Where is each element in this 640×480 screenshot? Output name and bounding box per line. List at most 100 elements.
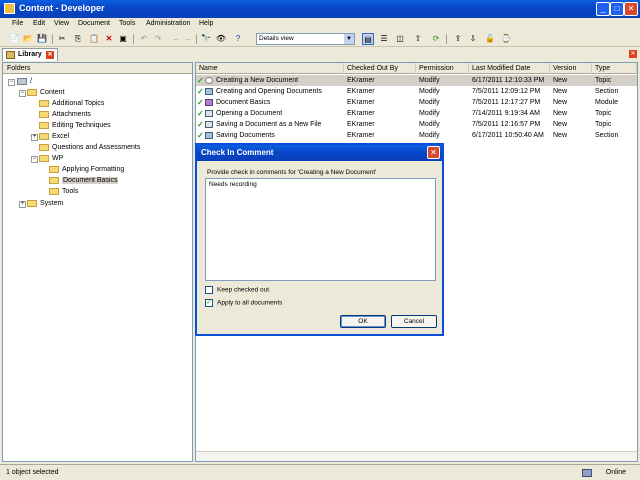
col-last-modified[interactable]: Last Modified Date bbox=[469, 63, 550, 74]
apply-all-checkbox[interactable]: ✓ bbox=[205, 299, 213, 307]
table-row[interactable]: ✓ Opening a Document EKramer Modify 7/14… bbox=[196, 108, 637, 119]
tab-close-icon[interactable]: ✕ bbox=[46, 51, 54, 59]
table-row[interactable]: ✓ Document Basics EKramer Modify 7/5/201… bbox=[196, 97, 637, 108]
view-select[interactable]: Details view ▼ bbox=[256, 33, 355, 45]
doc-tab-strip: Library ✕ ✕ bbox=[0, 47, 640, 61]
folder-up-icon[interactable]: ⇧ bbox=[412, 33, 424, 45]
ok-button[interactable]: OK bbox=[340, 315, 386, 328]
status-bar: 1 object selected Online bbox=[0, 464, 640, 480]
folder-icon bbox=[39, 154, 49, 162]
col-version[interactable]: Version bbox=[550, 63, 592, 74]
tree-item-applying-formatting[interactable]: Applying Formatting bbox=[49, 165, 124, 175]
chevron-down-icon[interactable]: ▼ bbox=[344, 34, 354, 44]
tree-item-excel[interactable]: Excel bbox=[39, 132, 69, 142]
tree-item-system[interactable]: System bbox=[27, 199, 63, 209]
table-row[interactable]: ✓ Saving a Document as a New File EKrame… bbox=[196, 119, 637, 130]
library-root-icon bbox=[17, 77, 27, 85]
topic-icon bbox=[205, 77, 213, 84]
folder-icon bbox=[39, 110, 49, 118]
menu-edit[interactable]: Edit bbox=[33, 20, 45, 27]
section-icon bbox=[205, 88, 213, 95]
menu-administration[interactable]: Administration bbox=[146, 20, 190, 27]
forward-icon[interactable]: → bbox=[182, 33, 194, 45]
folder-icon bbox=[27, 199, 37, 207]
history-icon[interactable]: ⌚ bbox=[500, 33, 512, 45]
tree-item-attachments[interactable]: Attachments bbox=[39, 110, 91, 120]
table-row[interactable]: ✓ Creating and Opening Documents EKramer… bbox=[196, 86, 637, 97]
tree-item-questions[interactable]: Questions and Assessments bbox=[39, 143, 140, 153]
maximize-button[interactable]: □ bbox=[610, 2, 624, 16]
tree-item-root[interactable]: / bbox=[17, 77, 32, 87]
checkmark-icon: ✓ bbox=[197, 120, 204, 129]
title-bar: Content - Developer _ □ ✕ bbox=[0, 0, 640, 18]
preview-icon[interactable]: 👁 bbox=[215, 33, 227, 45]
list-view-icon[interactable]: ☰ bbox=[378, 33, 390, 45]
tree-item-additional-topics[interactable]: Additional Topics bbox=[39, 99, 104, 109]
topic-icon bbox=[205, 121, 213, 128]
find-icon[interactable]: 🔭 bbox=[200, 33, 212, 45]
redo-icon[interactable]: ↷ bbox=[152, 33, 164, 45]
help-icon[interactable]: ? bbox=[232, 33, 244, 45]
dialog-prompt: Provide check in comments for 'Creating … bbox=[207, 169, 377, 176]
collapse-icon[interactable]: − bbox=[8, 79, 15, 86]
expand-icon[interactable]: + bbox=[19, 201, 26, 208]
list-header: Name Checked Out By Permission Last Modi… bbox=[196, 63, 637, 74]
horizontal-scrollbar[interactable] bbox=[196, 451, 637, 461]
split-view-icon[interactable]: ◫ bbox=[394, 33, 406, 45]
cancel-button[interactable]: Cancel bbox=[391, 315, 437, 328]
comment-field[interactable]: Needs recording bbox=[205, 178, 436, 281]
table-row[interactable]: ✓ Saving Documents EKramer Modify 6/17/2… bbox=[196, 130, 637, 141]
tree-item-content[interactable]: Content bbox=[27, 88, 65, 98]
tree-item-editing-techniques[interactable]: Editing Techniques bbox=[39, 121, 111, 131]
online-status: Online bbox=[605, 469, 626, 476]
close-button[interactable]: ✕ bbox=[624, 2, 638, 16]
menu-view[interactable]: View bbox=[54, 20, 69, 27]
keep-checked-out-checkbox[interactable] bbox=[205, 286, 213, 294]
status-text: 1 object selected bbox=[6, 469, 59, 476]
details-view-icon[interactable]: ▤ bbox=[362, 33, 374, 45]
panel-close-icon[interactable]: ✕ bbox=[629, 50, 637, 58]
col-type[interactable]: Type bbox=[592, 63, 637, 74]
check-out-icon[interactable]: ⇪ bbox=[452, 33, 464, 45]
folder-icon bbox=[39, 143, 49, 151]
check-in-icon[interactable]: ⇩ bbox=[467, 33, 479, 45]
save-icon[interactable]: 💾 bbox=[36, 33, 48, 45]
delete-icon[interactable]: ✕ bbox=[103, 33, 115, 45]
apply-all-option[interactable]: ✓ Apply to all documents bbox=[205, 299, 282, 307]
menu-document[interactable]: Document bbox=[78, 20, 110, 27]
view-select-value: Details view bbox=[259, 35, 294, 42]
col-name[interactable]: Name bbox=[196, 63, 344, 74]
paste-icon[interactable]: 📋 bbox=[88, 33, 100, 45]
dialog-title: Check In Comment bbox=[197, 145, 442, 161]
col-permission[interactable]: Permission bbox=[416, 63, 469, 74]
window-title: Content - Developer bbox=[19, 3, 105, 13]
expand-icon[interactable]: + bbox=[31, 134, 38, 141]
menu-file[interactable]: File bbox=[12, 20, 23, 27]
new-icon[interactable]: 📄 bbox=[8, 33, 20, 45]
folder-icon bbox=[39, 99, 49, 107]
open-icon[interactable]: 📂 bbox=[22, 33, 34, 45]
table-row[interactable]: ✓ Creating a New Document EKramer Modify… bbox=[196, 75, 637, 86]
properties-icon[interactable]: ▣ bbox=[117, 33, 129, 45]
collapse-icon[interactable]: − bbox=[19, 90, 26, 97]
tree-item-document-basics[interactable]: Document Basics bbox=[49, 176, 119, 186]
back-icon[interactable]: ← bbox=[170, 33, 182, 45]
keep-checked-out-option[interactable]: Keep checked out bbox=[205, 286, 269, 294]
checkmark-icon: ✓ bbox=[197, 131, 204, 140]
minimize-button[interactable]: _ bbox=[596, 2, 610, 16]
tree-item-wp[interactable]: WP bbox=[39, 154, 63, 164]
dialog-close-button[interactable]: ✕ bbox=[427, 146, 440, 159]
folders-header: Folders bbox=[3, 63, 192, 74]
col-checked-out-by[interactable]: Checked Out By bbox=[344, 63, 416, 74]
copy-icon[interactable]: ⎘ bbox=[72, 33, 84, 45]
undo-icon[interactable]: ↶ bbox=[138, 33, 150, 45]
refresh-icon[interactable]: ⟳ bbox=[430, 33, 442, 45]
lock-icon[interactable]: 🔓 bbox=[484, 33, 496, 45]
menu-help[interactable]: Help bbox=[199, 20, 213, 27]
menu-tools[interactable]: Tools bbox=[119, 20, 135, 27]
tree-item-tools[interactable]: Tools bbox=[49, 187, 78, 197]
cut-icon[interactable]: ✂ bbox=[56, 33, 68, 45]
collapse-icon[interactable]: − bbox=[31, 156, 38, 163]
tab-library[interactable]: Library ✕ bbox=[2, 48, 58, 61]
app-icon bbox=[4, 3, 15, 14]
